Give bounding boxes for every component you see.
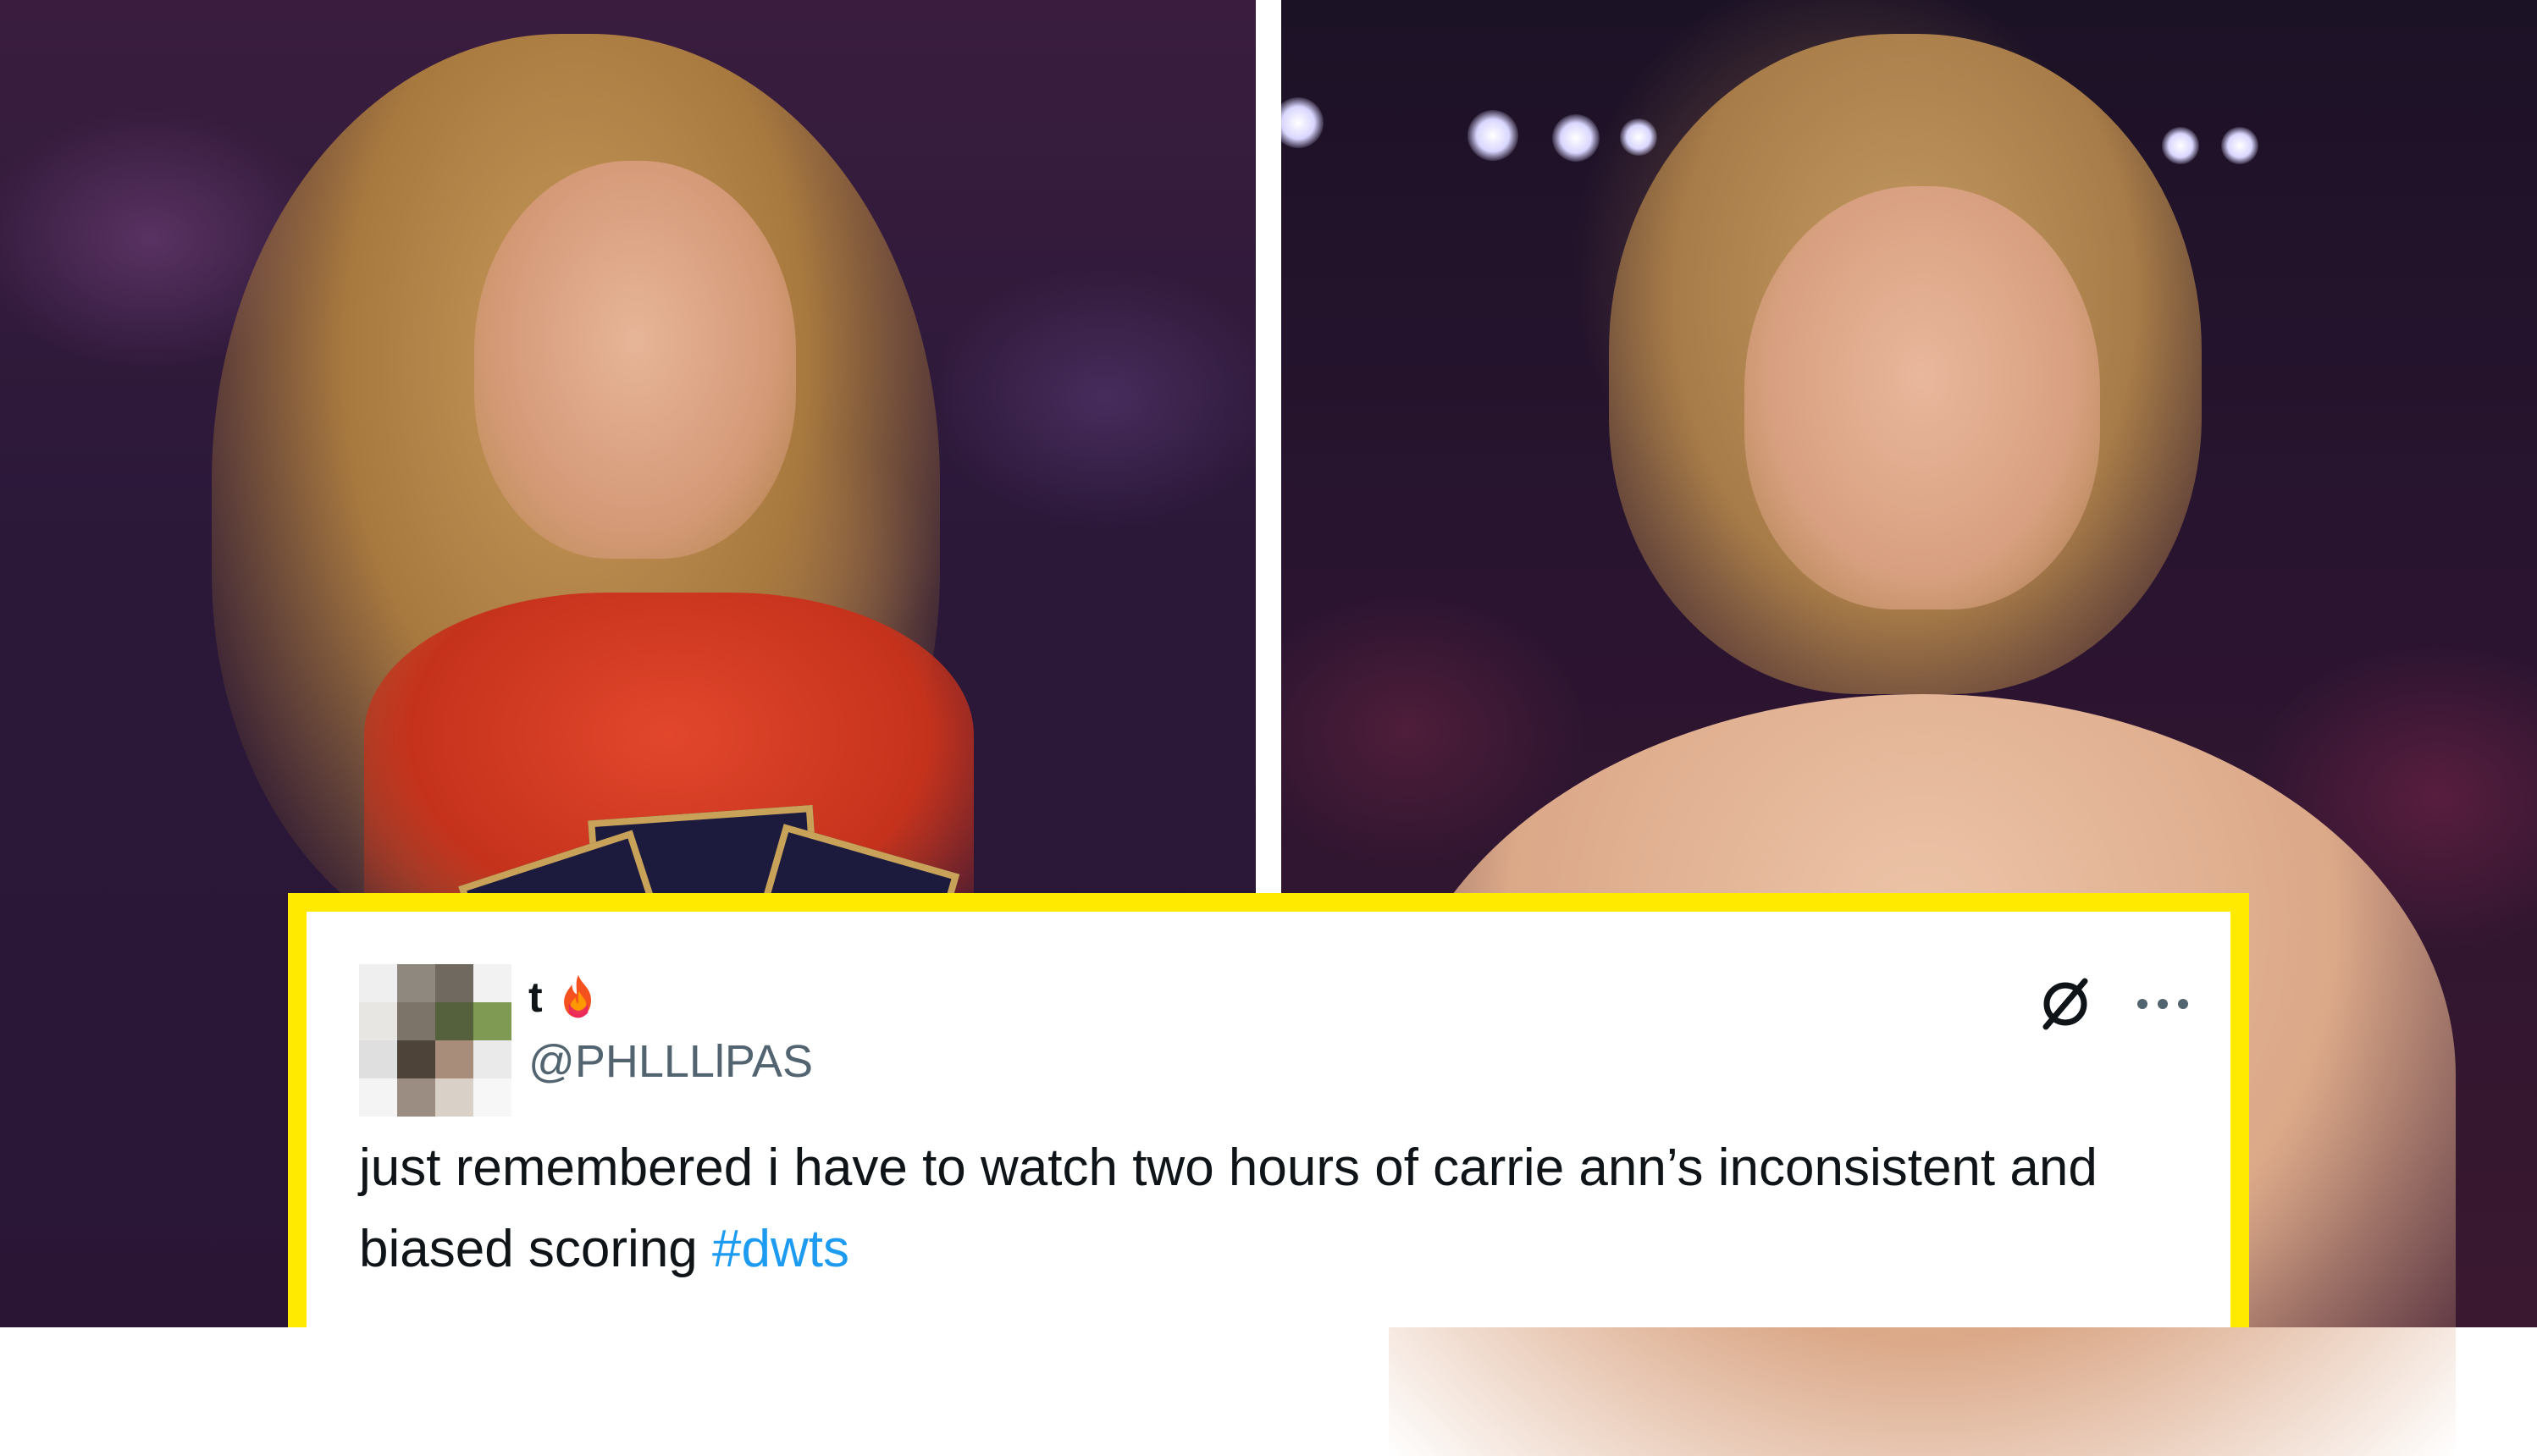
tweet-body: just remembered i have to watch two hour…: [359, 1139, 2098, 1278]
stage-light: [1620, 119, 1657, 156]
tweet-highlight-frame: t @PHLLLlPAS just remembered i have to w…: [288, 893, 2249, 1327]
tweet-card: t @PHLLLlPAS just remembered i have to w…: [307, 912, 2230, 1327]
hashtag-link[interactable]: #dwts: [712, 1220, 849, 1278]
judge-face-left: [474, 161, 796, 559]
fire-icon: [563, 974, 591, 1018]
stage-light: [1552, 114, 1600, 162]
author-name-row[interactable]: t: [528, 969, 604, 1025]
more-icon[interactable]: [2129, 974, 2197, 1034]
tweet-text: just remembered i have to watch two hour…: [359, 1128, 2188, 1290]
stage-light: [2221, 127, 2258, 164]
avatar[interactable]: [359, 964, 511, 1117]
stage-light: [1281, 97, 1324, 148]
display-name[interactable]: t: [528, 976, 543, 1018]
x-logo-icon[interactable]: [2036, 974, 2095, 1034]
judge-face-right: [1744, 186, 2100, 609]
stage-light: [1467, 110, 1518, 161]
handle[interactable]: @PHLLLlPAS: [528, 1039, 813, 1084]
stage-light: [2162, 127, 2199, 164]
